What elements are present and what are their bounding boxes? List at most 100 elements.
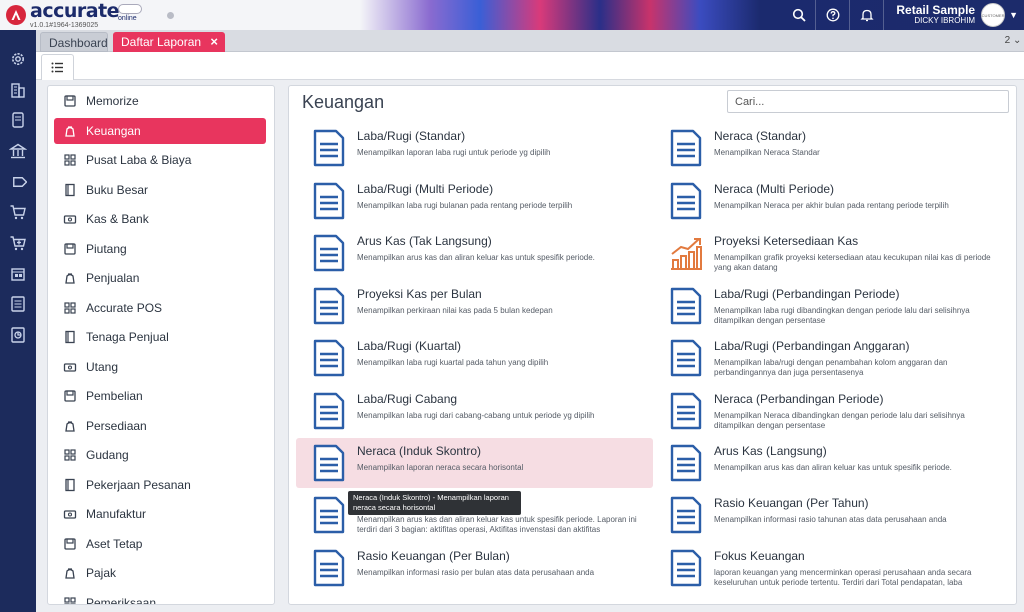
module-rail — [0, 30, 36, 612]
tax-icon — [62, 565, 78, 581]
report-description: Menampilkan laba/rugi dengan penambahan … — [714, 358, 948, 377]
category-label: Manufaktur — [86, 507, 147, 521]
user-info[interactable]: Retail Sample DICKY IBROHIM — [884, 3, 981, 26]
brand[interactable]: accurate v1.0.1#1964-1369025 online — [0, 0, 175, 30]
category-item-pemeriksaan[interactable]: Pemeriksaan — [54, 590, 266, 605]
report-item[interactable]: Fokus Keuangan laporan keuangan yang menc… — [653, 543, 1010, 593]
asset-icon — [62, 536, 78, 552]
category-item-kas-bank[interactable]: Kas & Bank — [54, 206, 266, 232]
brand-name: accurate — [30, 0, 120, 22]
report-item[interactable]: Laba/Rugi (Standar) Menampilkan laporan l… — [296, 123, 653, 173]
report-item[interactable]: Proyeksi Ketersediaan Kas Menampilkan gra… — [653, 228, 1010, 278]
gear-icon[interactable] — [0, 44, 36, 75]
tag-icon[interactable] — [0, 166, 36, 197]
phone-icon[interactable] — [0, 105, 36, 136]
report-name: Proyeksi Kas per Bulan — [357, 287, 482, 301]
report-item[interactable]: Arus Kas (Langsung) Menampilkan arus kas … — [653, 438, 1010, 488]
avatar[interactable]: CUSTOMER — [981, 3, 1006, 27]
report-item[interactable]: Laba/Rugi Cabang Menampilkan laba rugi da… — [296, 386, 653, 436]
report-item[interactable]: Arus Kas (Tak Langsung) Menampilkan arus … — [296, 228, 653, 278]
report-item[interactable]: Neraca (Perbandingan Periode) Menampilkan… — [653, 386, 1010, 436]
cart-plus-icon[interactable] — [0, 228, 36, 259]
report-item[interactable]: Laba/Rugi (Multi Periode) Menampilkan lab… — [296, 176, 653, 226]
memorize-icon — [62, 93, 78, 109]
report-item[interactable]: Neraca (Induk Skontro) Menampilkan lapora… — [296, 438, 653, 488]
category-label: Tenaga Penjual — [86, 330, 169, 344]
category-item-piutang[interactable]: Piutang — [54, 236, 266, 262]
category-item-utang[interactable]: Utang — [54, 354, 266, 380]
view-toolbar — [36, 52, 1024, 80]
report-item[interactable]: Laba/Rugi (Perbandingan Anggaran) Menampi… — [653, 333, 1010, 383]
category-item-keuangan[interactable]: Keuangan — [54, 117, 266, 144]
category-item-pembelian[interactable]: Pembelian — [54, 383, 266, 409]
report-item[interactable]: Rasio Keuangan (Per Tahun) Menampilkan in… — [653, 490, 1010, 540]
category-item-buku-besar[interactable]: Buku Besar — [54, 177, 266, 203]
report-description: Menampilkan informasi rasio tahunan atas… — [714, 515, 947, 524]
document-icon — [312, 444, 346, 482]
report-item[interactable]: Laba/Rugi (Perbandingan Periode) Menampil… — [653, 281, 1010, 331]
document-icon — [312, 182, 346, 220]
category-label: Pemeriksaan — [86, 595, 157, 605]
report-description: laporan keuangan yang mencerminkan opera… — [714, 568, 972, 587]
tab-report-list-label: Daftar Laporan — [121, 35, 202, 49]
report-name: Neraca (Standar) — [714, 129, 807, 143]
report-description: Menampilkan grafik proyeksi ketersediaan… — [714, 253, 991, 272]
category-label: Pekerjaan Pesanan — [86, 477, 191, 492]
report-item[interactable]: Neraca (Standar) Menampilkan Neraca Stand… — [653, 123, 1010, 173]
category-label: Piutang — [86, 241, 127, 256]
chart-icon[interactable] — [0, 319, 36, 350]
purchase-icon — [62, 388, 78, 404]
category-item-pajak[interactable]: Pajak — [54, 560, 266, 586]
category-label: Buku Besar — [86, 182, 149, 197]
category-item-persediaan[interactable]: Persediaan — [54, 413, 266, 439]
document-icon — [312, 287, 346, 325]
document-icon — [312, 339, 346, 377]
bell-icon[interactable] — [850, 0, 883, 30]
report-name: Laba/Rugi (Perbandingan Periode) — [714, 287, 900, 301]
growth-chart-icon — [669, 234, 703, 272]
chevron-down-icon[interactable]: ▼ — [1009, 10, 1018, 20]
category-item-tenaga-penjual[interactable]: Tenaga Penjual — [54, 324, 266, 350]
report-item[interactable]: Neraca (Multi Periode) Menampilkan Neraca… — [653, 176, 1010, 226]
warehouse-icon[interactable] — [0, 258, 36, 289]
category-item-manufaktur[interactable]: Manufaktur — [54, 501, 266, 527]
tab-count: 2 — [1004, 35, 1011, 46]
report-description: Menampilkan Neraca Standar — [714, 148, 820, 157]
search-icon[interactable] — [782, 0, 815, 30]
payable-icon — [62, 359, 78, 375]
report-name: Laba/Rugi Cabang — [357, 392, 458, 406]
tab-dashboard[interactable]: Dashboard — [40, 32, 108, 52]
building-icon[interactable] — [0, 75, 36, 106]
inventory-icon — [62, 418, 78, 434]
category-item-pusat-laba-biaya[interactable]: Pusat Laba & Biaya — [54, 147, 266, 173]
category-item-gudang[interactable]: Gudang — [54, 442, 266, 468]
report-item[interactable]: Rasio Keuangan (Per Bulan) Menampilkan in… — [296, 543, 653, 593]
document-icon — [312, 234, 346, 272]
report-item[interactable]: Proyeksi Kas per Bulan Menampilkan perkir… — [296, 281, 653, 331]
cart-icon[interactable] — [0, 197, 36, 228]
close-icon[interactable]: × — [210, 34, 218, 49]
tab-report-list[interactable]: Daftar Laporan × — [113, 32, 225, 52]
category-item-pekerjaan-pesanan[interactable]: Pekerjaan Pesanan — [54, 472, 266, 498]
category-item-aset-tetap[interactable]: Aset Tetap — [54, 531, 266, 557]
bank-icon[interactable] — [0, 136, 36, 167]
document-icon — [312, 496, 346, 534]
ledger-icon[interactable] — [0, 289, 36, 320]
search-input[interactable] — [727, 90, 1009, 113]
help-icon[interactable] — [816, 0, 849, 30]
list-view-button[interactable] — [41, 54, 74, 80]
top-bar: accurate v1.0.1#1964-1369025 online Reta… — [0, 0, 1024, 30]
list-icon — [51, 62, 63, 73]
report-description: Menampilkan perkiraan nilai kas pada 5 b… — [357, 306, 553, 315]
report-name: Laba/Rugi (Multi Periode) — [357, 182, 494, 196]
app-version: v1.0.1#1964-1369025 — [30, 21, 99, 29]
tab-count-dropdown[interactable]: 2 ⌄ — [1002, 32, 1024, 50]
category-item-penjualan[interactable]: Penjualan — [54, 265, 266, 291]
document-icon — [312, 549, 346, 587]
report-name: Laba/Rugi (Standar) — [357, 129, 466, 143]
category-item-accurate-pos[interactable]: Accurate POS — [54, 295, 266, 321]
category-item-memorize[interactable]: Memorize — [54, 88, 266, 114]
user-name: DICKY IBROHIM — [914, 16, 976, 26]
report-item[interactable]: Laba/Rugi (Kuartal) Menampilkan laba rugi… — [296, 333, 653, 383]
report-category-title: Keuangan — [302, 92, 385, 112]
